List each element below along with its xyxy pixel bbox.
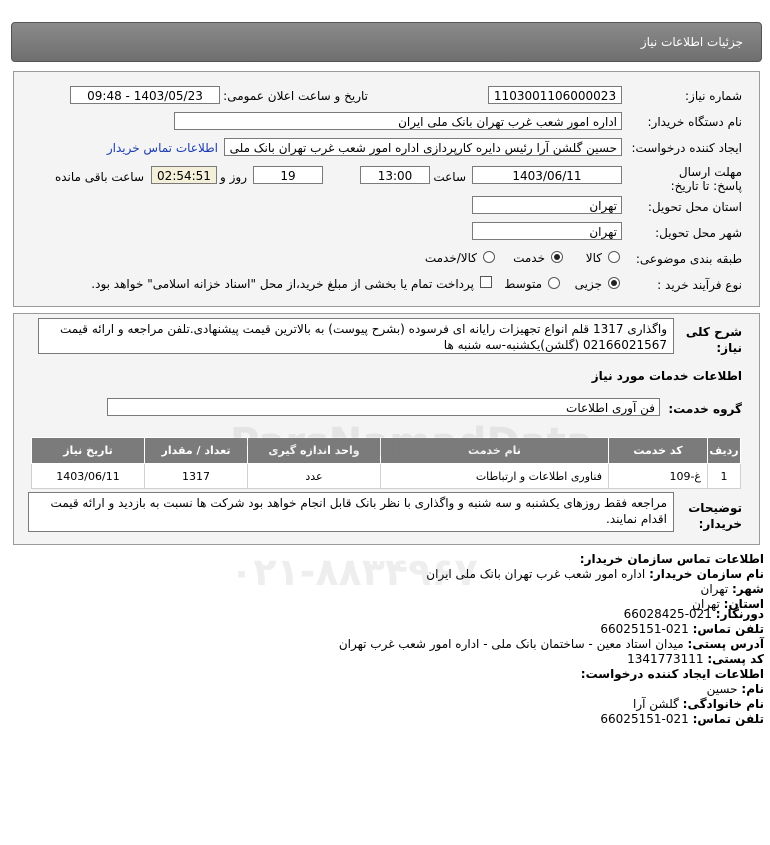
announce-label: تاریخ و ساعت اعلان عمومی: (223, 89, 368, 103)
page-header: جزئیات اطلاعات نیاز (11, 22, 762, 62)
category-service-label: خدمت (513, 251, 545, 265)
cell-service-code: غ-109 (608, 463, 708, 489)
contact-phone: 021-66025151 (600, 622, 689, 636)
deadline-date-field: 1403/06/11 (472, 166, 622, 184)
buyer-notes-box: مراجعه فقط روزهای یکشنبه و سه شنبه و واگ… (28, 492, 674, 532)
contact-org: اداره امور شعب غرب تهران بانک ملی ایران (426, 567, 646, 581)
col-unit: واحد اندازه گیری (247, 437, 381, 464)
contact-city-line: شهر: تهران (701, 582, 764, 596)
contact-address-line: آدرس پستی: میدان استاد معین - ساختمان با… (339, 637, 764, 651)
creator-family-line: نام خانوادگی: گلشن آرا (633, 697, 764, 711)
contact-title: اطلاعات تماس سازمان خریدار: (579, 552, 764, 566)
need-number-label: شماره نیاز: (685, 89, 742, 103)
table-row: 1 غ-109 فناوری اطلاعات و ارتباطات عدد 13… (31, 463, 741, 489)
creator-name-label: نام: (741, 682, 764, 696)
col-need-date: تاریخ نیاز (31, 437, 145, 464)
creator-name-line: نام: حسین (707, 682, 764, 696)
contact-postal-line: کد پستی: 1341773111 (627, 652, 764, 666)
city-field: تهران (472, 222, 622, 240)
time-remaining-field: 02:54:51 (151, 166, 217, 184)
category-radio-goods-service[interactable] (483, 251, 495, 263)
contact-fax-line: دورنگار: 021-66028425 (624, 607, 764, 621)
contact-city: تهران (700, 582, 729, 596)
cell-need-date: 1403/06/11 (31, 463, 145, 489)
contact-address: میدان استاد معین - ساختمان بانک ملی - اد… (338, 637, 684, 651)
creator-phone-label: تلفن تماس: (692, 712, 764, 726)
time-remaining-label: ساعت باقی مانده (54, 170, 144, 184)
buyer-contact-link[interactable]: اطلاعات تماس خریدار (107, 141, 218, 155)
category-radio-service[interactable] (551, 251, 563, 263)
treasury-text: پرداخت تمام یا بخشی از مبلغ خرید،از محل … (91, 277, 474, 291)
page-title: جزئیات اطلاعات نیاز (640, 35, 743, 49)
cell-unit: عدد (247, 463, 381, 489)
category-label: طبقه بندی موضوعی: (635, 252, 742, 266)
description-box: واگذاری 1317 قلم انواع تجهیزات رایانه ای… (38, 318, 674, 354)
col-service-name: نام خدمت (380, 437, 609, 464)
contact-fax-label: دورنگار: (715, 607, 764, 621)
contact-fax: 021-66028425 (623, 607, 712, 621)
category-goods-service-label: کالا/خدمت (424, 251, 477, 265)
contact-phone-label: تلفن تماس: (692, 622, 764, 636)
contact-postal: 1341773111 (627, 652, 704, 666)
table-header-row: ردیف کد خدمت نام خدمت واحد اندازه گیری ت… (31, 437, 741, 464)
province-field: تهران (472, 196, 622, 214)
service-group-field: فن آوری اطلاعات (107, 398, 660, 416)
category-goods-label: کالا (585, 251, 602, 265)
creator-family: گلشن آرا (633, 697, 679, 711)
contact-postal-label: کد پستی: (707, 652, 764, 666)
contact-org-line: نام سازمان خریدار: اداره امور شعب غرب ته… (426, 567, 764, 581)
process-radio-medium[interactable] (548, 277, 560, 289)
col-row: ردیف (707, 437, 741, 464)
cell-quantity: 1317 (144, 463, 248, 489)
province-label: استان محل تحویل: (647, 200, 742, 214)
treasury-checkbox[interactable] (480, 276, 492, 288)
creator-family-label: نام خانوادگی: (682, 697, 764, 711)
creator-name: حسین (706, 682, 738, 696)
cell-row: 1 (707, 463, 741, 489)
contact-city-label: شهر: (732, 582, 764, 596)
category-radio-goods[interactable] (608, 251, 620, 263)
process-minor-label: جزیی (574, 277, 602, 291)
process-label: نوع فرآیند خرید : (657, 278, 742, 292)
creator-phone: 021-66025151 (600, 712, 689, 726)
days-label: روز و (220, 170, 247, 184)
need-number-field: 1103001106000023 (488, 86, 622, 104)
contact-phone-line: تلفن تماس: 021-66025151 (600, 622, 764, 636)
description-label: شرح کلی نیاز: (685, 325, 742, 355)
buyer-notes-label: توضیحات خریدار: (688, 501, 742, 531)
deadline-time-field: 13:00 (360, 166, 430, 184)
col-service-code: کد خدمت (608, 437, 708, 464)
days-remaining-field: 19 (253, 166, 323, 184)
buyer-notes-text: مراجعه فقط روزهای یکشنبه و سه شنبه و واگ… (50, 496, 667, 526)
city-label: شهر محل تحویل: (655, 226, 742, 240)
buyer-org-field: اداره امور شعب غرب تهران بانک ملی ایران (174, 112, 622, 130)
buyer-org-label: نام دستگاه خریدار: (647, 115, 743, 129)
contact-org-label: نام سازمان خریدار: (649, 567, 764, 581)
creator-info-title: اطلاعات ایجاد کننده درخواست: (580, 667, 764, 681)
creator-label: ایجاد کننده درخواست: (631, 141, 742, 155)
process-radio-minor[interactable] (608, 277, 620, 289)
col-quantity: تعداد / مقدار (144, 437, 248, 464)
announce-field: 1403/05/23 - 09:48 (70, 86, 220, 104)
process-medium-label: متوسط (504, 277, 542, 291)
creator-phone-line: تلفن تماس: 021-66025151 (600, 712, 764, 726)
service-group-label: گروه خدمت: (668, 402, 742, 416)
cell-service-name: فناوری اطلاعات و ارتباطات (380, 463, 609, 489)
services-title: اطلاعات خدمات مورد نیاز (591, 369, 742, 383)
creator-field: حسین گلشن آرا رئیس دایره کارپردازی اداره… (224, 138, 622, 156)
services-table: ردیف کد خدمت نام خدمت واحد اندازه گیری ت… (31, 437, 741, 489)
deadline-label: مهلت ارسال پاسخ: تا تاریخ: (670, 165, 742, 193)
need-info-panel (13, 71, 760, 307)
contact-address-label: آدرس پستی: (687, 637, 764, 651)
description-text: واگذاری 1317 قلم انواع تجهیزات رایانه ای… (59, 322, 667, 352)
deadline-time-label: ساعت (433, 170, 466, 184)
